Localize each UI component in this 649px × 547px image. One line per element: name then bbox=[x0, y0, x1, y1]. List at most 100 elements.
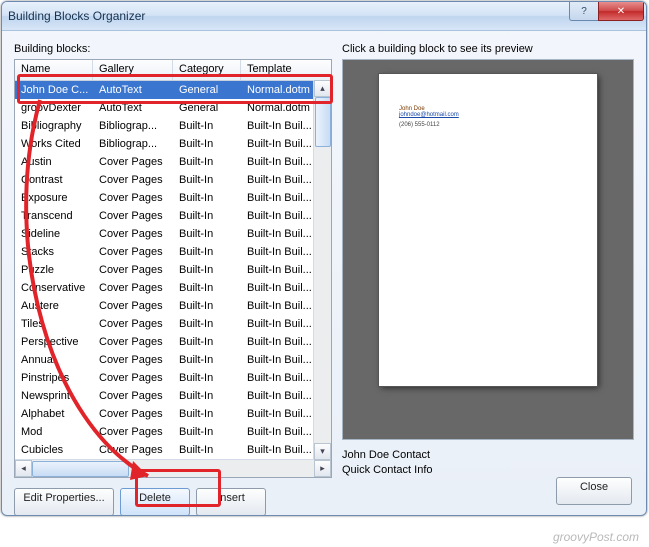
scroll-left-button[interactable]: ◂ bbox=[15, 460, 32, 477]
horizontal-scrollbar[interactable]: ◂ ▸ bbox=[15, 459, 331, 477]
cell-category: General bbox=[173, 82, 241, 98]
cell-category: Built-In bbox=[173, 352, 241, 368]
dialog-footer: Close bbox=[556, 477, 632, 505]
table-row[interactable]: NewsprintCover PagesBuilt-InBuilt-In Bui… bbox=[15, 387, 331, 405]
vscroll-thumb[interactable] bbox=[315, 97, 331, 147]
col-name[interactable]: Name bbox=[15, 60, 93, 80]
help-button[interactable]: ? bbox=[569, 2, 599, 21]
cell-category: Built-In bbox=[173, 208, 241, 224]
table-row[interactable]: StacksCover PagesBuilt-InBuilt-In Buil..… bbox=[15, 243, 331, 261]
table-row[interactable]: groovDexterAutoTextGeneralNormal.dotm bbox=[15, 99, 331, 117]
table-row[interactable]: John Doe C...AutoTextGeneralNormal.dotm bbox=[15, 81, 331, 99]
cell-gallery: Cover Pages bbox=[93, 262, 173, 278]
delete-button[interactable]: Delete bbox=[120, 488, 190, 516]
scroll-right-button[interactable]: ▸ bbox=[314, 460, 331, 477]
cell-name: Annual bbox=[15, 352, 93, 368]
cell-gallery: Cover Pages bbox=[93, 388, 173, 404]
cell-name: Conservative bbox=[15, 280, 93, 296]
hscroll-thumb[interactable] bbox=[32, 461, 129, 477]
cell-category: Built-In bbox=[173, 262, 241, 278]
cell-category: Built-In bbox=[173, 424, 241, 440]
preview-area: John Doe johndoe@hotmail.com (206) 555-0… bbox=[342, 59, 634, 440]
help-icon: ? bbox=[581, 6, 587, 17]
cell-name: Newsprint bbox=[15, 388, 93, 404]
preview-page: John Doe johndoe@hotmail.com (206) 555-0… bbox=[379, 74, 597, 386]
col-gallery[interactable]: Gallery bbox=[93, 60, 173, 80]
preview-contact-email: johndoe@hotmail.com bbox=[399, 112, 577, 118]
vertical-scrollbar[interactable]: ▴ ▾ bbox=[313, 80, 331, 460]
cell-name: Austin bbox=[15, 154, 93, 170]
cell-name: Austere bbox=[15, 298, 93, 314]
table-row[interactable]: SidelineCover PagesBuilt-InBuilt-In Buil… bbox=[15, 225, 331, 243]
preview-info-name: John Doe Contact bbox=[342, 448, 634, 463]
table-row[interactable]: AustinCover PagesBuilt-InBuilt-In Buil..… bbox=[15, 153, 331, 171]
table-row[interactable]: BibliographyBibliograp...Built-InBuilt-I… bbox=[15, 117, 331, 135]
cell-gallery: Cover Pages bbox=[93, 370, 173, 386]
hscroll-track[interactable] bbox=[32, 460, 314, 477]
cell-category: Built-In bbox=[173, 226, 241, 242]
cell-gallery: Cover Pages bbox=[93, 172, 173, 188]
table-row[interactable]: CubiclesCover PagesBuilt-InBuilt-In Buil… bbox=[15, 441, 331, 459]
cell-gallery: Bibliograp... bbox=[93, 118, 173, 134]
cell-category: Built-In bbox=[173, 190, 241, 206]
cell-name: Bibliography bbox=[15, 118, 93, 134]
table-row[interactable]: ConservativeCover PagesBuilt-InBuilt-In … bbox=[15, 279, 331, 297]
close-icon: ✕ bbox=[617, 6, 625, 17]
col-category[interactable]: Category bbox=[173, 60, 241, 80]
insert-button[interactable]: Insert bbox=[196, 488, 266, 516]
table-row[interactable]: TilesCover PagesBuilt-InBuilt-In Buil... bbox=[15, 315, 331, 333]
table-row[interactable]: PerspectiveCover PagesBuilt-InBuilt-In B… bbox=[15, 333, 331, 351]
cell-category: Built-In bbox=[173, 406, 241, 422]
scroll-up-button[interactable]: ▴ bbox=[314, 80, 331, 97]
cell-category: General bbox=[173, 100, 241, 116]
window-buttons: ? ✕ bbox=[570, 2, 644, 21]
window-title: Building Blocks Organizer bbox=[8, 9, 640, 23]
preview-label: Click a building block to see its previe… bbox=[342, 43, 634, 55]
cell-name: Transcend bbox=[15, 208, 93, 224]
cell-gallery: Cover Pages bbox=[93, 442, 173, 458]
cell-name: Cubicles bbox=[15, 442, 93, 458]
cell-gallery: Bibliograp... bbox=[93, 136, 173, 152]
window-close-button[interactable]: ✕ bbox=[598, 2, 644, 21]
cell-name: Works Cited bbox=[15, 136, 93, 152]
table-row[interactable]: PuzzleCover PagesBuilt-InBuilt-In Buil..… bbox=[15, 261, 331, 279]
cell-name: Perspective bbox=[15, 334, 93, 350]
left-pane: Building blocks: Name Gallery Category T… bbox=[14, 41, 332, 478]
table-row[interactable]: PinstripesCover PagesBuilt-InBuilt-In Bu… bbox=[15, 369, 331, 387]
cell-gallery: Cover Pages bbox=[93, 424, 173, 440]
cell-name: groovDexter bbox=[15, 100, 93, 116]
building-blocks-table: Name Gallery Category Template John Doe … bbox=[14, 59, 332, 478]
cell-gallery: Cover Pages bbox=[93, 280, 173, 296]
cell-name: Mod bbox=[15, 424, 93, 440]
cell-gallery: Cover Pages bbox=[93, 208, 173, 224]
cell-name: Tiles bbox=[15, 316, 93, 332]
cell-category: Built-In bbox=[173, 442, 241, 458]
vscroll-track[interactable] bbox=[314, 97, 331, 443]
cell-gallery: Cover Pages bbox=[93, 298, 173, 314]
col-template[interactable]: Template bbox=[241, 60, 331, 80]
table-row[interactable]: ModCover PagesBuilt-InBuilt-In Buil... bbox=[15, 423, 331, 441]
cell-name: Sideline bbox=[15, 226, 93, 242]
scroll-down-button[interactable]: ▾ bbox=[314, 443, 331, 460]
table-row[interactable]: AnnualCover PagesBuilt-InBuilt-In Buil..… bbox=[15, 351, 331, 369]
cell-category: Built-In bbox=[173, 154, 241, 170]
chevron-down-icon: ▾ bbox=[320, 446, 325, 457]
titlebar[interactable]: Building Blocks Organizer ? ✕ bbox=[2, 2, 646, 31]
cell-gallery: Cover Pages bbox=[93, 226, 173, 242]
cell-name: Pinstripes bbox=[15, 370, 93, 386]
edit-properties-button[interactable]: Edit Properties... bbox=[14, 488, 114, 516]
cell-gallery: AutoText bbox=[93, 100, 173, 116]
cell-category: Built-In bbox=[173, 280, 241, 296]
cell-name: Alphabet bbox=[15, 406, 93, 422]
cell-gallery: Cover Pages bbox=[93, 406, 173, 422]
table-row[interactable]: AlphabetCover PagesBuilt-InBuilt-In Buil… bbox=[15, 405, 331, 423]
cell-gallery: Cover Pages bbox=[93, 334, 173, 350]
table-row[interactable]: ContrastCover PagesBuilt-InBuilt-In Buil… bbox=[15, 171, 331, 189]
close-button[interactable]: Close bbox=[556, 477, 632, 505]
preview-contact-phone: (206) 555-0112 bbox=[399, 122, 577, 128]
table-row[interactable]: AustereCover PagesBuilt-InBuilt-In Buil.… bbox=[15, 297, 331, 315]
dialog-window: Building Blocks Organizer ? ✕ Building b… bbox=[1, 1, 647, 516]
table-row[interactable]: TranscendCover PagesBuilt-InBuilt-In Bui… bbox=[15, 207, 331, 225]
table-row[interactable]: ExposureCover PagesBuilt-InBuilt-In Buil… bbox=[15, 189, 331, 207]
table-row[interactable]: Works CitedBibliograp...Built-InBuilt-In… bbox=[15, 135, 331, 153]
